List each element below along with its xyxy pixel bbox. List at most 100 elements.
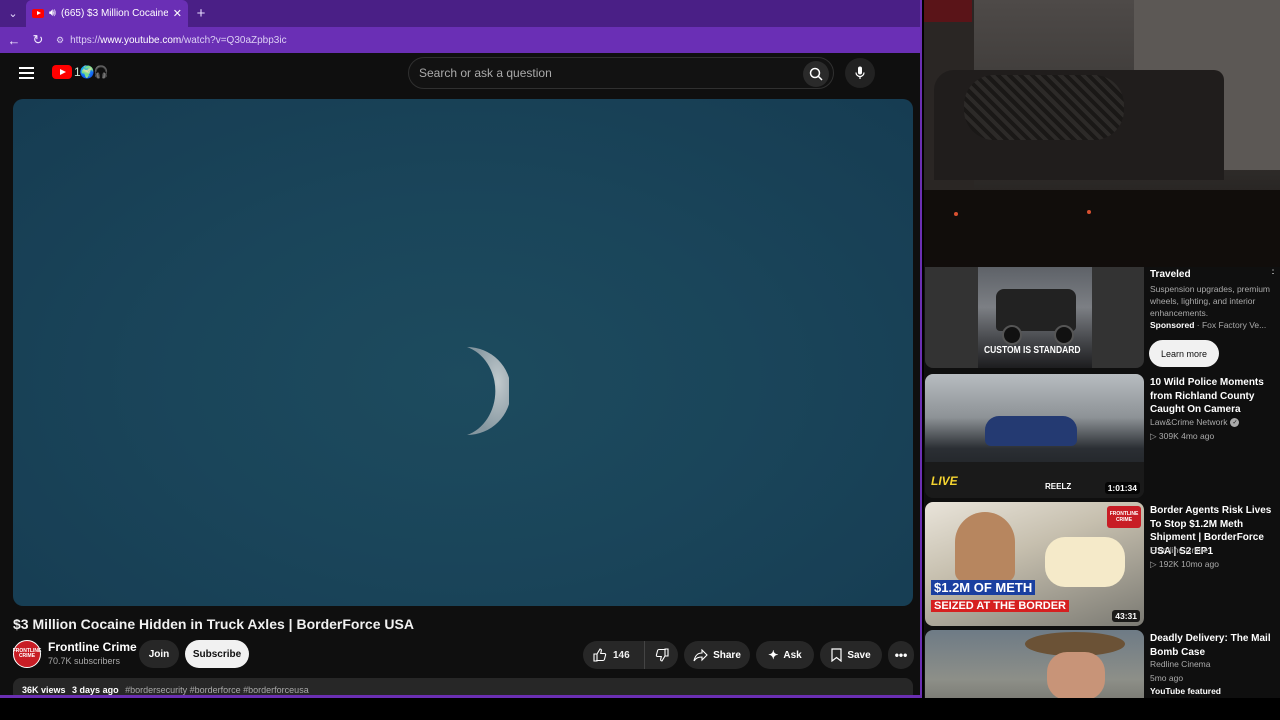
like-dislike-group: 146 <box>583 641 678 669</box>
voice-search-button[interactable] <box>845 58 875 88</box>
list-item[interactable]: Deadly Delivery: The Mail Bomb Case Redl… <box>925 630 1280 698</box>
more-actions-button[interactable]: ••• <box>888 641 914 669</box>
channel-name[interactable]: Law&Crime Network <box>1150 417 1227 427</box>
url-prefix: https:// <box>70 34 101 46</box>
video-thumbnail[interactable]: LIVE REELZ 1:01:34 <box>925 374 1144 498</box>
url-host: www.youtube.com <box>100 34 182 46</box>
ad-description: Suspension upgrades, premium wheels, lig… <box>1150 284 1271 318</box>
reload-icon[interactable]: ↻ <box>28 30 48 50</box>
site-info-icon[interactable]: ⚙︎ <box>56 35 64 46</box>
channel-name[interactable]: Frontline Crime <box>1150 545 1208 555</box>
join-button[interactable]: Join <box>139 640 179 668</box>
thumb-caption-bottom: SEIZED AT THE BORDER <box>931 600 1070 612</box>
dislike-button[interactable] <box>645 648 678 662</box>
youtube-logo[interactable]: 1🌍🎧 <box>52 65 109 79</box>
thumb-caption-top: $1.2M OF METH <box>931 580 1036 595</box>
thumb-person-shape <box>955 512 1015 582</box>
thumb-package-shape <box>1045 537 1125 587</box>
hashtags[interactable]: #bordersecurity #borderforce #borderforc… <box>125 685 309 695</box>
description-box[interactable]: 36K views 3 days ago #bordersecurity #bo… <box>13 678 913 695</box>
tab-youtube[interactable]: 🔊︎ (665) $3 Million Cocaine Hidde ✕ <box>26 0 188 27</box>
screen: ⌄ 🔊︎ (665) $3 Million Cocaine Hidde ✕ + … <box>0 0 1280 720</box>
sponsored-label: Sponsored <box>1150 320 1195 330</box>
thumb-brand-text: REELZ <box>1045 482 1072 491</box>
webcam-light-dot <box>954 212 958 216</box>
channel-name[interactable]: Frontline Crime <box>48 640 137 654</box>
menu-icon[interactable] <box>19 67 34 79</box>
video-meta: 5mo ago <box>1150 673 1184 683</box>
doodle-icon: 1🌍🎧 <box>74 65 109 79</box>
video-title[interactable]: Deadly Delivery: The Mail Bomb Case <box>1150 632 1280 659</box>
learn-more-button[interactable]: Learn more <box>1149 340 1219 367</box>
close-tab-icon[interactable]: ✕ <box>173 7 182 20</box>
new-tab-button[interactable]: + <box>188 5 214 22</box>
ad-more-icon[interactable]: ⋮ <box>1268 267 1278 276</box>
save-label: Save <box>847 649 871 661</box>
ad-image: CUSTOM IS STANDARD <box>978 267 1092 368</box>
thumbs-up-icon <box>593 648 607 662</box>
list-item[interactable]: FRONTLINE CRIME $1.2M OF METH SEIZED AT … <box>925 502 1280 626</box>
channel-line[interactable]: Law&Crime Network ✓ <box>1150 417 1240 427</box>
webcam-light-dot <box>1087 210 1091 214</box>
url-path: /watch?v=Q30aZpbp3ic <box>181 34 287 46</box>
ad-thumb-text: CUSTOM IS STANDARD <box>984 345 1081 356</box>
video-meta: ▷ 309K 4mo ago <box>1150 431 1215 441</box>
featured-label: YouTube featured <box>1150 686 1221 696</box>
youtube-favicon-icon <box>32 9 44 18</box>
microphone-icon <box>855 66 865 79</box>
search-input[interactable]: Search or ask a question <box>408 57 834 89</box>
channel-line[interactable]: Redline Cinema <box>1150 659 1210 669</box>
search-icon <box>809 67 823 81</box>
tab-search-chevron-icon[interactable]: ⌄ <box>0 0 26 27</box>
video-player[interactable] <box>13 99 913 606</box>
webcam-floor <box>924 190 1280 267</box>
ad-thumbnail[interactable]: CUSTOM IS STANDARD <box>925 267 1144 368</box>
ad-advertiser: · Fox Factory Ve... <box>1196 320 1267 330</box>
share-label: Share <box>713 649 741 661</box>
ad-title[interactable]: Traveled <box>1150 269 1191 280</box>
truck-shape <box>996 289 1076 345</box>
duration-badge: 43:31 <box>1112 610 1140 622</box>
thumb-car-shape <box>985 416 1077 446</box>
share-icon <box>693 648 708 661</box>
moon-crescent <box>467 347 509 435</box>
video-thumbnail[interactable]: FRONTLINE CRIME $1.2M OF METH SEIZED AT … <box>925 502 1144 626</box>
tab-strip: ⌄ 🔊︎ (665) $3 Million Cocaine Hidde ✕ + <box>0 0 920 27</box>
list-item[interactable]: LIVE REELZ 1:01:34 10 Wild Police Moment… <box>925 374 1280 498</box>
thumb-face-shape <box>1047 652 1105 698</box>
back-arrow-icon[interactable]: ← <box>4 30 24 50</box>
url-text: https://www.youtube.com/watch?v=Q30aZpbp… <box>70 35 287 46</box>
thumb-live-text: LIVE <box>931 474 958 488</box>
url-field[interactable]: ⚙︎ https://www.youtube.com/watch?v=Q30aZ… <box>52 30 920 50</box>
video-thumbnail[interactable] <box>925 630 1144 698</box>
related-sidebar: CUSTOM IS STANDARD Traveled Suspension u… <box>924 267 1280 698</box>
video-meta: ▷ 192K 10mo ago <box>1150 559 1219 569</box>
thumbs-down-icon <box>655 648 669 662</box>
youtube-play-logo-icon <box>52 65 72 79</box>
channel-name[interactable]: Redline Cinema <box>1150 659 1210 669</box>
search-button[interactable] <box>803 61 829 87</box>
search-placeholder: Search or ask a question <box>419 66 552 80</box>
ad-sponsor-line: Sponsored · Fox Factory Ve... <box>1150 320 1266 330</box>
speaker-icon[interactable]: 🔊︎ <box>49 7 56 20</box>
post-date: 3 days ago <box>72 685 119 695</box>
webcam-blanket <box>964 75 1124 140</box>
verified-check-icon: ✓ <box>1230 417 1240 427</box>
youtube-header: 1🌍🎧 Search or ask a question <box>0 53 920 93</box>
ask-label: Ask <box>783 649 802 661</box>
video-title[interactable]: 10 Wild Police Moments from Richland Cou… <box>1150 376 1280 417</box>
subscriber-count: 70.7K subscribers <box>48 656 121 666</box>
sparkle-icon: ✦ <box>768 648 779 662</box>
duration-badge: 1:01:34 <box>1104 482 1140 494</box>
webcam-red-object <box>924 0 972 22</box>
like-count: 146 <box>613 649 630 661</box>
ask-button[interactable]: ✦ Ask <box>756 641 814 669</box>
more-horizontal-icon: ••• <box>894 648 908 662</box>
save-button[interactable]: Save <box>820 641 882 669</box>
share-button[interactable]: Share <box>684 641 750 669</box>
address-bar: ← ↻ ⚙︎ https://www.youtube.com/watch?v=Q… <box>0 27 920 53</box>
like-button[interactable]: 146 <box>583 641 645 669</box>
channel-avatar[interactable]: FRONTLINE CRIME <box>13 640 41 668</box>
subscribe-button[interactable]: Subscribe <box>185 640 249 668</box>
channel-line[interactable]: Frontline Crime <box>1150 545 1208 555</box>
